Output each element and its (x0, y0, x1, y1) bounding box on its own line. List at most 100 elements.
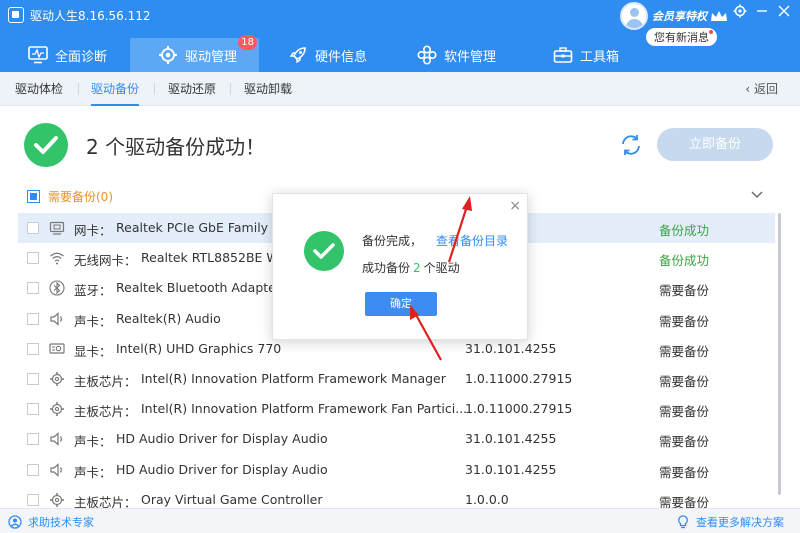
settings-icon[interactable] (731, 4, 749, 22)
user-area[interactable]: 会员享特权 (620, 2, 728, 30)
divider (154, 83, 155, 95)
driver-category: 无线网卡： (74, 253, 137, 269)
driver-update-badge: 18 (238, 35, 258, 50)
driver-version: 1.0.0.0 (465, 491, 509, 507)
driver-backup-status: 需要备份 (659, 283, 710, 299)
driver-row-checkbox[interactable] (27, 403, 39, 416)
dialog-backup-count: 2 (413, 261, 421, 275)
app-title: 驱动人生8.16.56.112 (8, 6, 151, 24)
main-nav: 全面诊断 驱动管理 18 硬件信息 软件管理 工具箱 (0, 35, 800, 72)
driver-row-checkbox[interactable] (27, 312, 39, 325)
driver-category: 声卡： (74, 464, 112, 480)
more-solutions-link[interactable]: 查看更多解决方案 (676, 514, 784, 530)
app-logo-icon (8, 7, 24, 23)
toolbox-icon (553, 47, 573, 63)
success-check-icon (24, 123, 68, 167)
driver-row-checkbox[interactable] (27, 252, 39, 265)
driver-name: Realtek(R) Audio (116, 310, 221, 326)
driver-category: 蓝牙： (74, 283, 112, 299)
driver-backup-status: 需要备份 (659, 494, 710, 508)
backup-status-text: 2 个驱动备份成功！ (86, 135, 266, 159)
driver-row[interactable]: 声卡： HD Audio Driver for Display Audio 31.0… (18, 455, 775, 485)
chipset-icon (49, 371, 65, 390)
dialog-close-icon[interactable]: × (509, 198, 521, 214)
nav-hardware-info[interactable]: 硬件信息 (288, 38, 367, 72)
message-dot-icon (709, 30, 713, 34)
driver-category: 声卡： (74, 313, 112, 329)
crown-icon (711, 11, 727, 21)
driver-category: 主板芯片： (74, 404, 137, 420)
driver-name: Realtek PCIe GbE Family C (116, 220, 281, 235)
driver-row-checkbox[interactable] (27, 342, 39, 355)
driver-row[interactable]: 声卡： HD Audio Driver for Display Audio 31.0… (18, 424, 775, 454)
footer-bar: 求助技术专家 查看更多解决方案 (0, 508, 800, 533)
backup-now-button[interactable]: 立即备份 (657, 128, 773, 161)
back-button[interactable]: ‹ 返回 (745, 72, 778, 106)
lightbulb-icon (678, 515, 688, 529)
gear-icon (159, 46, 177, 64)
refresh-icon[interactable] (619, 133, 643, 161)
tab-driver-uninstall[interactable]: 驱动卸载 (244, 72, 292, 106)
driver-name: HD Audio Driver for Display Audio (116, 431, 328, 447)
tab-driver-check[interactable]: 驱动体检 (15, 72, 63, 106)
sub-nav: 驱动体检 驱动备份 驱动还原 驱动卸载 ‹ 返回 (0, 72, 800, 106)
back-label: 返回 (753, 82, 778, 96)
driver-version: 1.0.11000.27915 (465, 371, 573, 386)
nav-label: 硬件信息 (315, 49, 368, 65)
driver-name: HD Audio Driver for Display Audio (116, 461, 328, 477)
group-select-checkbox[interactable] (27, 190, 40, 203)
driver-row-checkbox[interactable] (27, 433, 39, 446)
nav-label: 驱动管理 (185, 49, 238, 65)
view-backup-folder-link[interactable]: 查看备份目录 (436, 234, 508, 248)
nav-driver-management[interactable]: 驱动管理 18 (130, 35, 260, 72)
chipset-icon (49, 492, 65, 508)
nav-software-management[interactable]: 软件管理 (417, 38, 496, 72)
chipset-icon (49, 401, 65, 420)
close-icon[interactable] (775, 4, 793, 22)
group-title: 需要备份(0) (48, 190, 113, 204)
driver-row-checkbox[interactable] (27, 222, 39, 234)
dialog-count-suffix: 个驱动 (423, 261, 460, 275)
divider (78, 83, 79, 95)
driver-name: Intel(R) Innovation Platform Framework M… (141, 371, 446, 386)
speaker-icon (49, 431, 65, 450)
driver-category: 声卡： (74, 434, 112, 450)
driver-row-checkbox[interactable] (27, 282, 39, 295)
chevron-down-icon[interactable] (751, 191, 763, 199)
dialog-ok-button[interactable]: 确定 (365, 292, 437, 316)
tab-driver-restore[interactable]: 驱动还原 (168, 72, 216, 106)
driver-row[interactable]: 主板芯片： Oray Virtual Game Controller 1.0.0.0… (18, 485, 775, 508)
dialog-count-prefix: 成功备份 (362, 261, 411, 275)
driver-backup-status: 需要备份 (659, 374, 710, 389)
chevron-left-icon: ‹ (745, 82, 754, 96)
driver-category: 主板芯片： (74, 494, 137, 508)
title-bar: 驱动人生8.16.56.112 会员享特权 您有新消息 全面诊断 驱动管理 18… (0, 0, 800, 72)
driver-name: Oray Virtual Game Controller (141, 491, 323, 507)
driver-row-checkbox[interactable] (27, 463, 39, 476)
ask-expert-link[interactable]: 求助技术专家 (8, 514, 94, 530)
software-icon (417, 45, 437, 65)
tab-driver-backup[interactable]: 驱动备份 (91, 72, 140, 106)
driver-row-checkbox[interactable] (27, 493, 39, 506)
driver-row[interactable]: 主板芯片： Intel(R) Innovation Platform Framew… (18, 394, 775, 424)
driver-name: Realtek Bluetooth Adapte (116, 280, 276, 296)
bluetooth-icon (49, 280, 65, 299)
driver-backup-status: 需要备份 (659, 464, 710, 480)
driver-name: Intel(R) Innovation Platform Framework F… (141, 401, 468, 417)
driver-row[interactable]: 主板芯片： Intel(R) Innovation Platform Framew… (18, 364, 775, 394)
minimize-icon[interactable] (753, 4, 771, 22)
nav-label: 工具箱 (580, 49, 620, 65)
driver-backup-status: 备份成功 (659, 253, 710, 269)
network-card-icon (49, 220, 65, 239)
backup-complete-dialog: × 备份完成， 查看备份目录 成功备份 2 个驱动 确定 (272, 193, 528, 340)
driver-backup-status: 需要备份 (659, 343, 710, 359)
avatar[interactable] (620, 2, 648, 30)
driver-backup-status: 备份成功 (659, 223, 710, 238)
driver-category: 主板芯片： (74, 374, 137, 389)
vip-label[interactable]: 会员享特权 (652, 8, 707, 24)
nav-full-diagnosis[interactable]: 全面诊断 (28, 38, 107, 72)
list-scrollbar[interactable] (778, 213, 781, 495)
nav-toolbox[interactable]: 工具箱 (553, 38, 619, 72)
driver-row-checkbox[interactable] (27, 373, 39, 385)
dialog-success-check-icon (304, 231, 344, 271)
